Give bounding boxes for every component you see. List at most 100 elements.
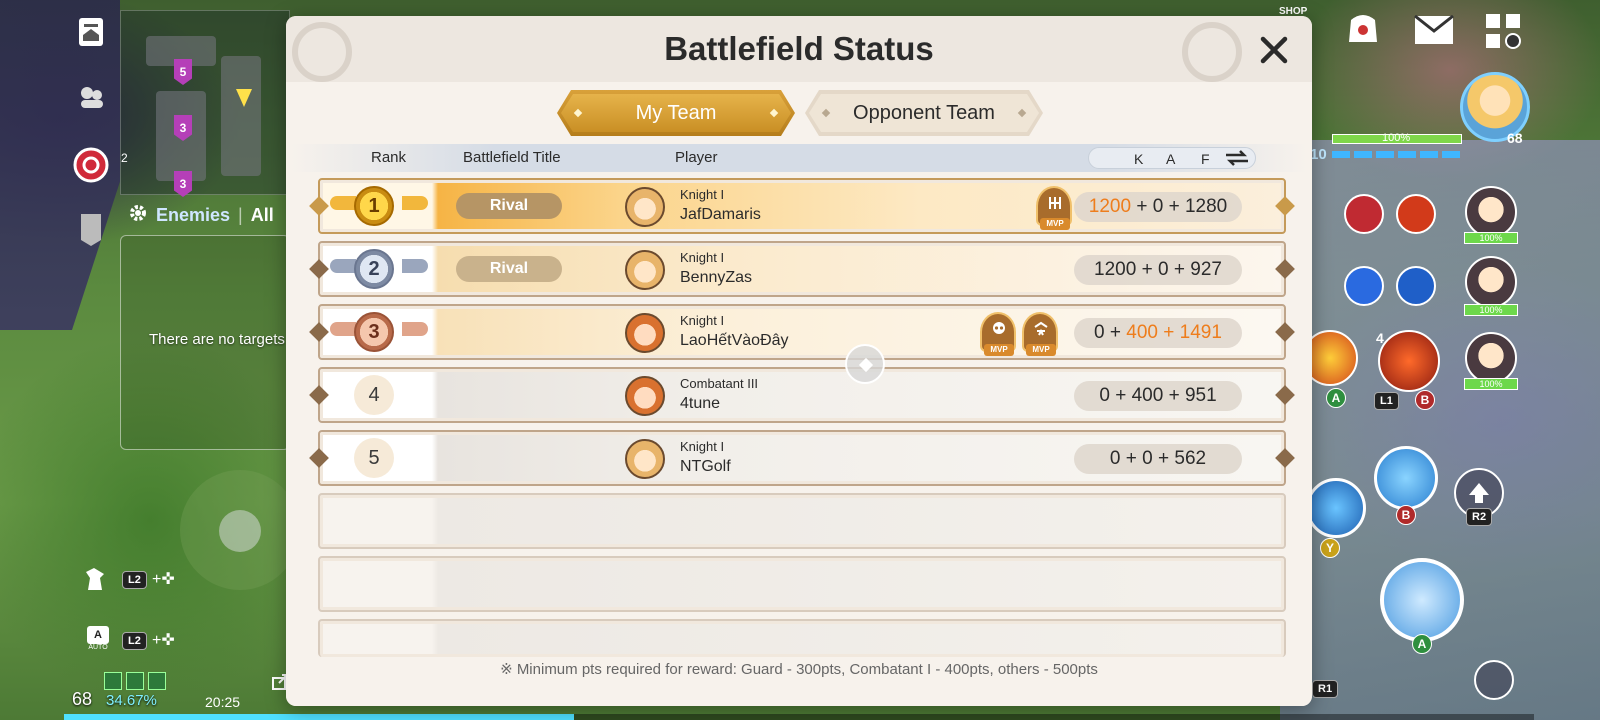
score-flags: 562 [1174, 448, 1207, 469]
column-header-f: F [1201, 151, 1210, 167]
player-level: 68 [72, 689, 93, 709]
ally-portrait[interactable] [1465, 332, 1517, 384]
score: 0 + 0 + 562 [1074, 444, 1242, 474]
wing-icon [402, 196, 428, 210]
rank-silver-badge: 2 [354, 249, 394, 289]
score: 1200 + 0 + 927 [1074, 255, 1242, 285]
column-header-title: Battlefield Title [463, 149, 561, 166]
score-assists: 0 [1142, 448, 1153, 469]
tab-divider: | [238, 204, 243, 225]
r1-button-hint: R1 [1312, 680, 1339, 698]
wing-icon [330, 322, 356, 336]
plus-sign: + [1125, 448, 1137, 469]
score: 0 + 400 + 1491 [1074, 318, 1242, 348]
tab-label: Opponent Team [853, 101, 995, 124]
table-row[interactable]: 5 Knight I NTGolf 0 + 0 + 562 [309, 430, 1295, 486]
gear-icon[interactable] [128, 203, 148, 228]
shop-icon[interactable] [1340, 10, 1386, 50]
column-header-rank: Rank [371, 149, 407, 166]
rank-bronze-badge: 3 [354, 312, 394, 352]
score-assists: 400 [1131, 385, 1164, 406]
score-assists: 0 [1152, 196, 1164, 217]
score: 1200 + 0 + 1280 [1074, 192, 1242, 222]
dpad-icon: +✜ [152, 632, 175, 649]
l1-button-hint: L1 [1374, 392, 1399, 410]
plus-sign: + [1168, 385, 1180, 406]
attack-button[interactable] [1380, 558, 1464, 642]
weapon-swap-button[interactable] [1474, 660, 1514, 700]
table-row[interactable]: 1 Rival Knight I JafDamaris MVP 1200 + 0… [309, 178, 1295, 234]
buff-icon [126, 672, 144, 690]
skill-icon[interactable] [1396, 194, 1436, 234]
score-flags: 927 [1190, 259, 1222, 280]
avatar[interactable] [625, 313, 665, 353]
kaf-sort-toggle[interactable]: K A F [1088, 147, 1256, 169]
mp-segment [1420, 151, 1438, 158]
empty-row [318, 619, 1286, 657]
targets-panel: There are no targets [120, 235, 290, 450]
tab-enemies[interactable]: Enemies [156, 205, 230, 226]
banner-icon[interactable] [76, 210, 106, 250]
avatar[interactable] [625, 187, 665, 227]
target-lock-icon[interactable] [70, 144, 112, 186]
score: 0 + 400 + 951 [1074, 381, 1242, 411]
plus-sign: + [1163, 322, 1175, 343]
ally-hp: 100% [1464, 378, 1518, 390]
tab-all[interactable]: All [251, 205, 274, 226]
skill-icon[interactable] [1396, 266, 1436, 306]
auto-battle-icon[interactable]: A AUTO [84, 620, 112, 656]
floating-indicator[interactable] [845, 344, 885, 384]
ultimate-skill-button[interactable] [1378, 330, 1440, 392]
plus-sign: + [1136, 196, 1148, 217]
close-button[interactable] [1254, 30, 1294, 70]
modal-header: Battlefield Status [286, 16, 1312, 82]
player-rank: Knight I [680, 439, 725, 454]
minimap-marker: 3 [174, 171, 192, 197]
mp-segment [1398, 151, 1416, 158]
skill-icon[interactable] [1344, 266, 1384, 306]
table-row[interactable]: 4 Combatant III 4tune 0 + 400 + 951 [309, 367, 1295, 423]
ally-portrait[interactable] [1465, 186, 1517, 238]
skill-icon[interactable] [1344, 194, 1384, 234]
avatar[interactable] [625, 376, 665, 416]
skill-count: 4 [1376, 330, 1384, 346]
mvp-tag: MVP [1040, 218, 1070, 230]
quest-log-icon[interactable] [72, 12, 112, 52]
mvp-tag: MVP [1026, 344, 1056, 356]
score-kills: 1200 [1094, 259, 1137, 280]
b-button-hint: B [1415, 390, 1435, 410]
minimap-marker: 2 [121, 151, 128, 165]
battlefield-title: Rival [456, 193, 562, 219]
joystick-knob[interactable] [219, 510, 261, 552]
team-tabs: My Team Opponent Team [0, 90, 1600, 140]
score-flags: 1280 [1184, 196, 1228, 217]
table-row[interactable]: 2 Rival Knight I BennyZas 1200 + 0 + 927 [309, 241, 1295, 297]
skill-button-b[interactable] [1374, 446, 1438, 510]
column-header-player: Player [675, 149, 718, 166]
skill-button-y[interactable] [1306, 478, 1366, 538]
mvp-skull-icon: MVP [980, 312, 1016, 356]
ally-hp: 100% [1464, 232, 1518, 244]
avatar[interactable] [625, 250, 665, 290]
mount-icon[interactable] [80, 562, 112, 594]
ally-portrait[interactable] [1465, 256, 1517, 308]
auto-label: AUTO [88, 643, 108, 651]
r2-button-hint: R2 [1466, 508, 1493, 526]
buff-icons [104, 672, 166, 690]
player-rank: Combatant III [680, 376, 759, 391]
menu-grid-icon[interactable] [1482, 10, 1524, 52]
table-row[interactable]: 3 Knight I LaoHếtVàoĐây MVP MVP 0 + 400 … [309, 304, 1295, 360]
tab-opponent-team[interactable]: Opponent Team [805, 90, 1043, 136]
wing-icon [402, 322, 428, 336]
reward-note: ※ Minimum pts required for reward: Guard… [500, 661, 1098, 678]
tab-my-team[interactable]: My Team [557, 90, 795, 136]
plus-sign: + [1158, 448, 1170, 469]
battlefield-title: Rival [456, 256, 562, 282]
avatar[interactable] [625, 439, 665, 479]
mp-segment [1332, 151, 1350, 158]
b-button-hint-2: B [1396, 505, 1416, 525]
no-targets-text: There are no targets [149, 331, 285, 348]
y-button-hint: Y [1320, 538, 1340, 558]
mail-icon[interactable] [1412, 12, 1456, 48]
score-kills: 0 [1109, 448, 1121, 469]
